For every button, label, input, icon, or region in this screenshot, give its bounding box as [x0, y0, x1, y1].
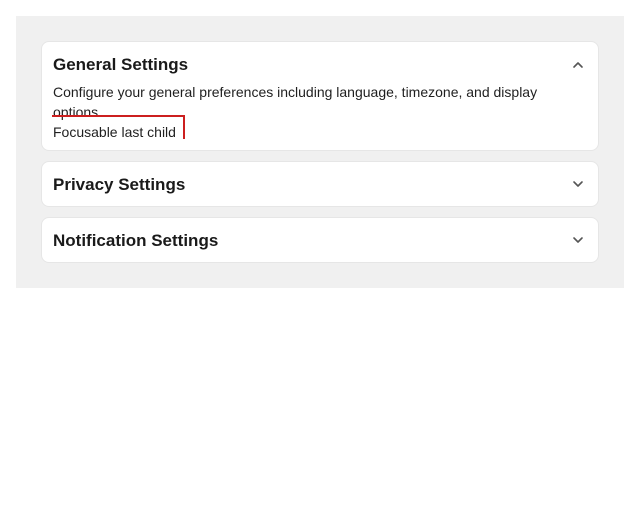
chevron-down-icon[interactable]: [570, 232, 586, 248]
accordion-header-privacy[interactable]: Privacy Settings: [53, 175, 185, 195]
focus-indicator-top: [52, 115, 185, 117]
settings-accordion: General Settings Configure your general …: [16, 16, 624, 288]
chevron-down-icon[interactable]: [570, 176, 586, 192]
focusable-last-child[interactable]: Focusable last child: [53, 122, 176, 142]
accordion-item-notification: Notification Settings: [41, 217, 599, 263]
accordion-item-privacy: Privacy Settings: [41, 161, 599, 207]
focus-indicator-right: [183, 115, 185, 139]
chevron-up-icon[interactable]: [570, 57, 586, 73]
accordion-header-general[interactable]: General Settings: [53, 55, 188, 75]
accordion-item-general: General Settings Configure your general …: [41, 41, 599, 151]
accordion-header-notification[interactable]: Notification Settings: [53, 231, 218, 251]
